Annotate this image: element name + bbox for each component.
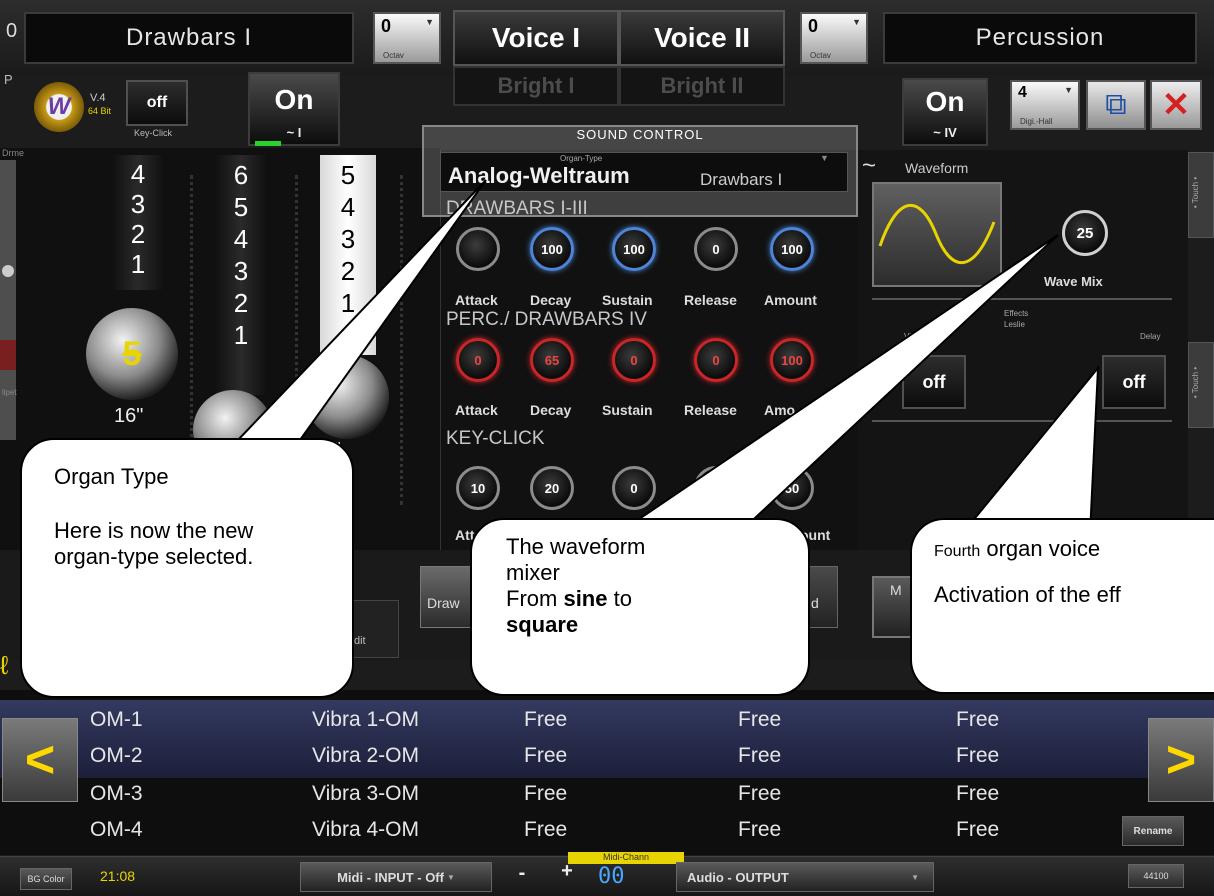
waveform-callout-line1: The waveform [506, 534, 646, 559]
waveform-callout-line2: mixer [506, 560, 560, 585]
waveform-pointer [616, 234, 1059, 533]
callout-fourth-small: Fourth [934, 543, 981, 560]
fourth-voice-pointer [959, 365, 1100, 535]
fourth-voice-callout-title: Fourth organ voice [934, 536, 1214, 562]
organ-type-callout-body: Here is now the new organ-type selected. [54, 518, 254, 569]
waveform-callout-line3: From sine to [506, 586, 808, 612]
organ-type-pointer [235, 179, 487, 441]
callout-fourth-rest: organ voice [980, 536, 1101, 561]
organ-type-callout: Organ Type Here is now the new organ-typ… [20, 438, 354, 698]
fourth-voice-callout: Fourth organ voice Activation of the eff [910, 518, 1214, 694]
callout-square: square [506, 612, 579, 637]
callout-from: From [506, 586, 564, 611]
organ-type-callout-title: Organ Type [54, 464, 169, 489]
fourth-voice-callout-body: Activation of the eff [934, 582, 1121, 607]
waveform-callout-line4: square [506, 612, 808, 638]
waveform-callout: The waveform mixer From sine to square [470, 518, 810, 696]
callout-to: to [607, 586, 632, 611]
callout-sine: sine [563, 586, 608, 611]
